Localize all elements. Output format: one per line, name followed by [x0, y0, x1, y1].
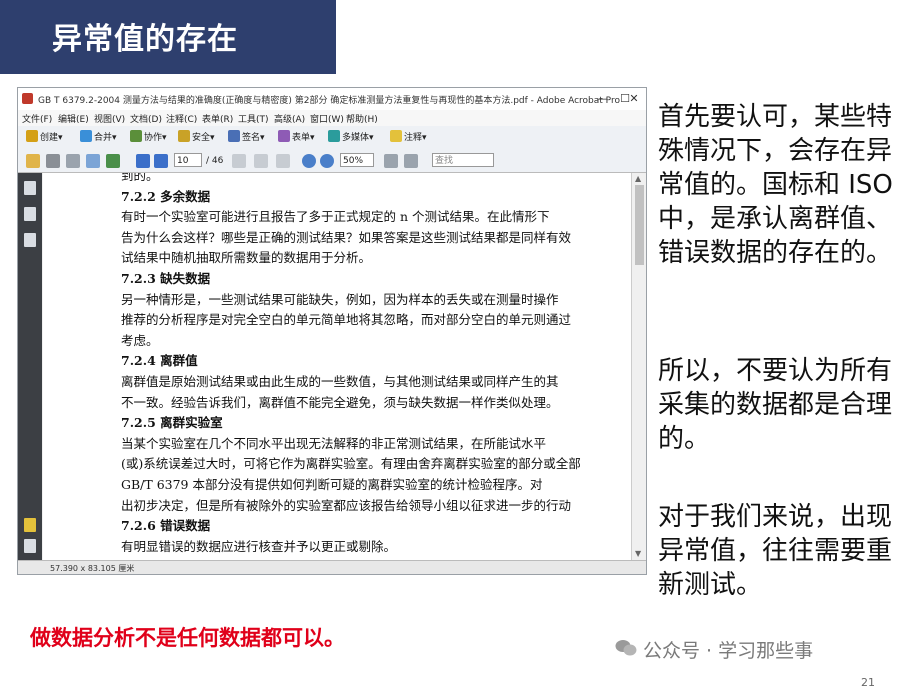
vertical-scrollbar[interactable]: ▲ ▼ — [631, 173, 646, 560]
find-input[interactable]: 查找 — [432, 153, 494, 167]
toolbar-tasks: 创建▾ 合并▾ 协作▾ 安全▾ 签名▾ 表单▾ 多媒体▾ 注释▾ — [18, 126, 646, 151]
menu-document[interactable]: 文档(D) — [130, 112, 162, 125]
doc-text-line: 到的。 — [121, 173, 159, 183]
lock-icon — [178, 130, 190, 142]
doc-text-line: GB/T 6379 本部分没有提供如何判断可疑的离群实验室的统计检验程序。对 — [121, 477, 543, 492]
combine-icon — [80, 130, 92, 142]
navigation-sidebar — [18, 173, 42, 560]
doc-heading: 7.2.2 多余数据 — [121, 188, 211, 204]
refresh-icon[interactable] — [106, 154, 120, 168]
watermark: 公众号 · 学习那些事 — [615, 636, 814, 663]
zoom-in-icon[interactable] — [320, 154, 334, 168]
security-button[interactable]: 安全▾ — [178, 130, 215, 146]
key-takeaway: 做数据分析不是任何数据都可以。 — [30, 626, 345, 650]
select-tool-icon[interactable] — [232, 154, 246, 168]
doc-heading: 7.2.5 离群实验室 — [121, 415, 223, 431]
doc-text-line: 考虑。 — [121, 332, 159, 348]
page-down-icon[interactable] — [154, 154, 168, 168]
doc-heading: 7.2.4 离群值 — [121, 353, 198, 369]
create-icon — [26, 130, 38, 142]
form-icon — [278, 130, 290, 142]
doc-text-line: 告为什么会这样？哪些是正确的测试结果？如果答案是这些测试结果都是同样有效 — [121, 229, 572, 245]
close-button[interactable]: ✕ — [622, 90, 646, 108]
zoom-out-icon[interactable] — [302, 154, 316, 168]
comment-button[interactable]: 注释▾ — [390, 130, 427, 146]
collaborate-button[interactable]: 协作▾ — [130, 130, 167, 146]
email-icon[interactable] — [86, 154, 100, 168]
create-button[interactable]: 创建▾ — [26, 130, 63, 146]
pen-icon — [228, 130, 240, 142]
slide-title-banner: 异常值的存在 — [0, 0, 336, 74]
window-title-bar: GB T 6379.2-2004 测量方法与结果的准确度(正确度与精密度) 第2… — [18, 88, 646, 110]
bookmarks-icon[interactable] — [24, 207, 36, 221]
scroll-down-icon[interactable]: ▼ — [635, 549, 641, 558]
menu-forms[interactable]: 表单(R) — [202, 112, 233, 125]
zoom-tool-icon[interactable] — [276, 154, 290, 168]
multimedia-icon — [328, 130, 340, 142]
comments-icon[interactable] — [24, 518, 36, 532]
sign-button[interactable]: 签名▾ — [228, 130, 265, 146]
print-icon[interactable] — [46, 154, 60, 168]
acrobat-window: GB T 6379.2-2004 测量方法与结果的准确度(正确度与精密度) 第2… — [17, 87, 647, 575]
doc-text-line: (或)系统误差过大时，可将它作为离群实验室。有理由舍弃离群实验室的部分或全部 — [121, 456, 581, 472]
menu-bar: 文件(F) 编辑(E) 视图(V) 文档(D) 注释(C) 表单(R) 工具(T… — [18, 110, 646, 126]
page-total: / 46 — [206, 156, 224, 166]
scrollbar-thumb[interactable] — [635, 185, 644, 265]
wechat-icon — [615, 640, 637, 656]
acrobat-app-icon — [22, 93, 33, 104]
menu-edit[interactable]: 编辑(E) — [58, 112, 89, 125]
save-icon[interactable] — [66, 154, 80, 168]
window-title: GB T 6379.2-2004 测量方法与结果的准确度(正确度与精密度) 第2… — [38, 96, 620, 106]
doc-text-line: 试结果中随机抽取所需数量的数据用于分析。 — [121, 250, 372, 266]
pages-icon[interactable] — [24, 181, 36, 195]
open-folder-icon[interactable] — [26, 154, 40, 168]
paragraph-retest: 对于我们来说，出现异常值，往往需要重新测试。 — [658, 502, 893, 600]
forms-button[interactable]: 表单▾ — [278, 130, 315, 146]
attachments-icon[interactable] — [24, 539, 36, 553]
zoom-select[interactable]: 50% — [340, 153, 374, 167]
menu-help[interactable]: 帮助(H) — [346, 112, 378, 125]
doc-heading: 7.2.6 错误数据 — [121, 518, 211, 534]
paragraph-not-all-reasonable: 所以，不要认为所有采集的数据都是合理的。 — [658, 356, 893, 454]
doc-text-line: 出初步决定，但是所有被除外的实验室都应该报告给领导小组以征求进一步的行动 — [121, 497, 572, 513]
page-size-readout: 57.390 x 83.105 厘米 — [50, 564, 135, 573]
doc-text-line: 离群值是原始测试结果或由此生成的一些数值，与其他测试结果或同样产生的其 — [121, 374, 559, 389]
doc-text-line: 有明显错误的数据应进行核查并予以更正或剔除。 — [121, 538, 397, 554]
page-up-icon[interactable] — [136, 154, 150, 168]
menu-comments[interactable]: 注释(C) — [166, 112, 197, 125]
menu-window[interactable]: 窗口(W) — [310, 112, 344, 125]
doc-text-line: 另一种情形是，一些测试结果可能缺失，例如，因为样本的丢失或在测量时操作 — [121, 291, 559, 307]
signatures-icon[interactable] — [24, 233, 36, 247]
combine-button[interactable]: 合并▾ — [80, 130, 117, 146]
toolbar-navigation: 10 / 46 50% 查找 — [18, 150, 646, 173]
menu-view[interactable]: 视图(V) — [94, 112, 125, 125]
collaborate-icon — [130, 130, 142, 142]
pdf-page: 到的。 7.2.2 多余数据 有时一个实验室可能进行且报告了多于正式规定的 n 个… — [43, 173, 631, 560]
hand-tool-icon[interactable] — [254, 154, 268, 168]
watermark-text: 公众号 · 学习那些事 — [643, 640, 814, 662]
doc-text-line: 不一致。经验告诉我们，离群值不能完全避免，须与缺失数据一样作类似处理。 — [121, 394, 559, 410]
paragraph-acknowledge: 首先要认可，某些特殊情况下，会存在异常值的。国标和 ISO 中，是承认离群值、错… — [658, 102, 893, 268]
scroll-up-icon[interactable]: ▲ — [635, 174, 641, 183]
menu-file[interactable]: 文件(F) — [22, 112, 52, 125]
doc-text-line: 当某个实验室在几个不同水平出现无法解释的非正常测试结果，在所能试水平 — [121, 435, 547, 451]
fit-page-icon[interactable] — [384, 154, 398, 168]
status-bar: 57.390 x 83.105 厘米 — [18, 560, 646, 574]
menu-tools[interactable]: 工具(T) — [238, 112, 269, 125]
doc-heading: 7.2.3 缺失数据 — [121, 271, 211, 286]
page-number: 21 — [861, 676, 875, 689]
doc-text-line: 推荐的分析程序是对完全空白的单元简单地将其忽略，而对部分空白的单元则通过 — [121, 312, 572, 328]
slide-title: 异常值的存在 — [52, 22, 238, 57]
doc-text-line: 有时一个实验室可能进行且报告了多于正式规定的 n 个测试结果。在此情形下 — [121, 209, 550, 225]
comment-icon — [390, 130, 402, 142]
multimedia-button[interactable]: 多媒体▾ — [328, 130, 374, 146]
page-number-input[interactable]: 10 — [174, 153, 202, 167]
fit-width-icon[interactable] — [404, 154, 418, 168]
menu-advanced[interactable]: 高级(A) — [274, 112, 305, 125]
